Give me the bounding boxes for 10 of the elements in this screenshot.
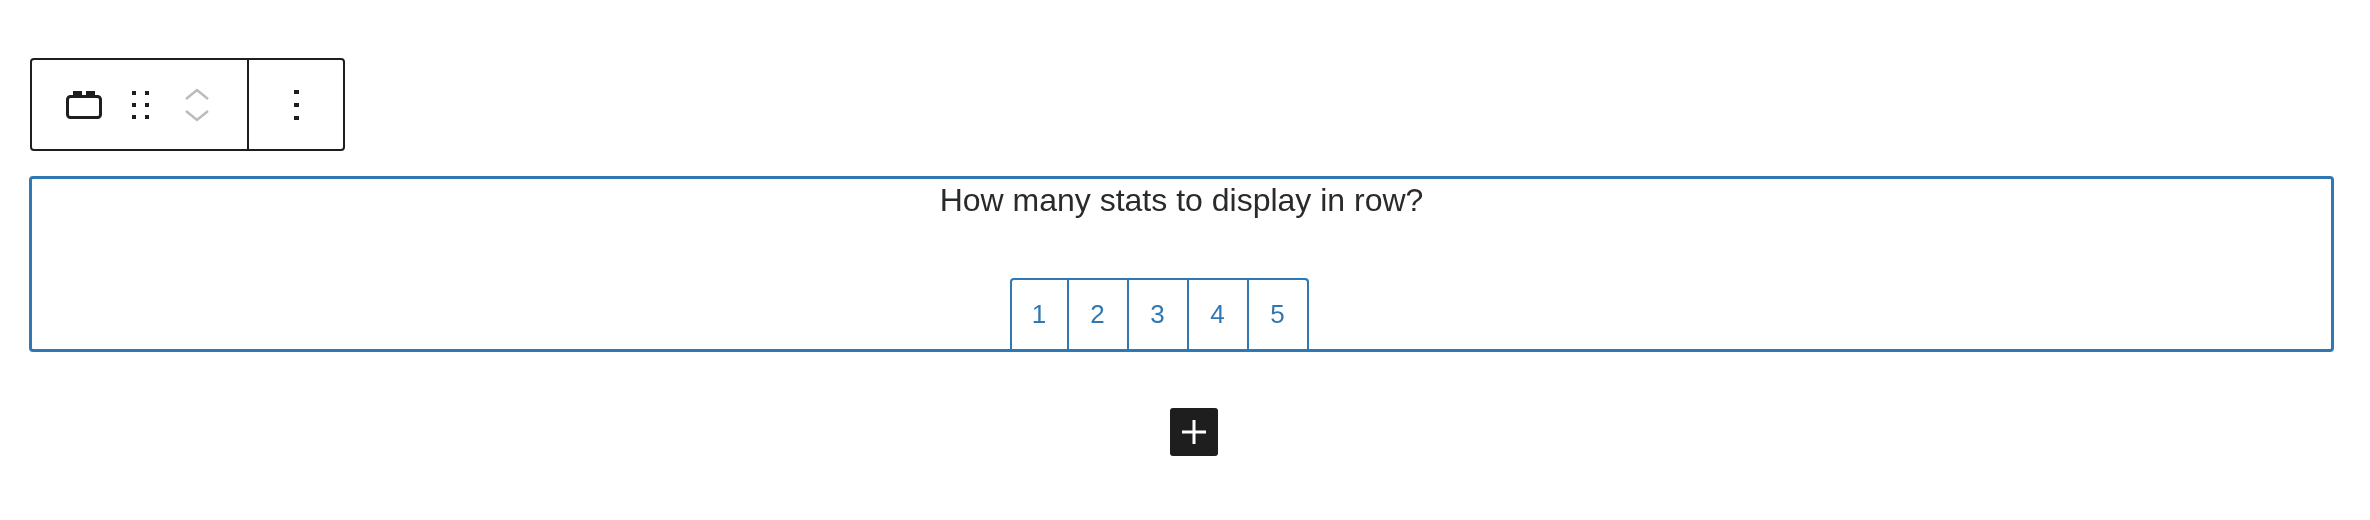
count-option[interactable]: 5 — [1246, 278, 1309, 349]
block-icon — [66, 90, 102, 119]
plus-icon — [1181, 419, 1207, 445]
chevron-up-icon — [185, 87, 209, 100]
drag-icon — [132, 90, 149, 119]
count-option[interactable]: 1 — [1009, 278, 1069, 349]
add-block-button[interactable] — [1170, 408, 1218, 456]
question-text: How many stats to display in row? — [939, 182, 1424, 219]
chevron-down-icon — [185, 109, 209, 122]
more-icon — [293, 89, 299, 120]
